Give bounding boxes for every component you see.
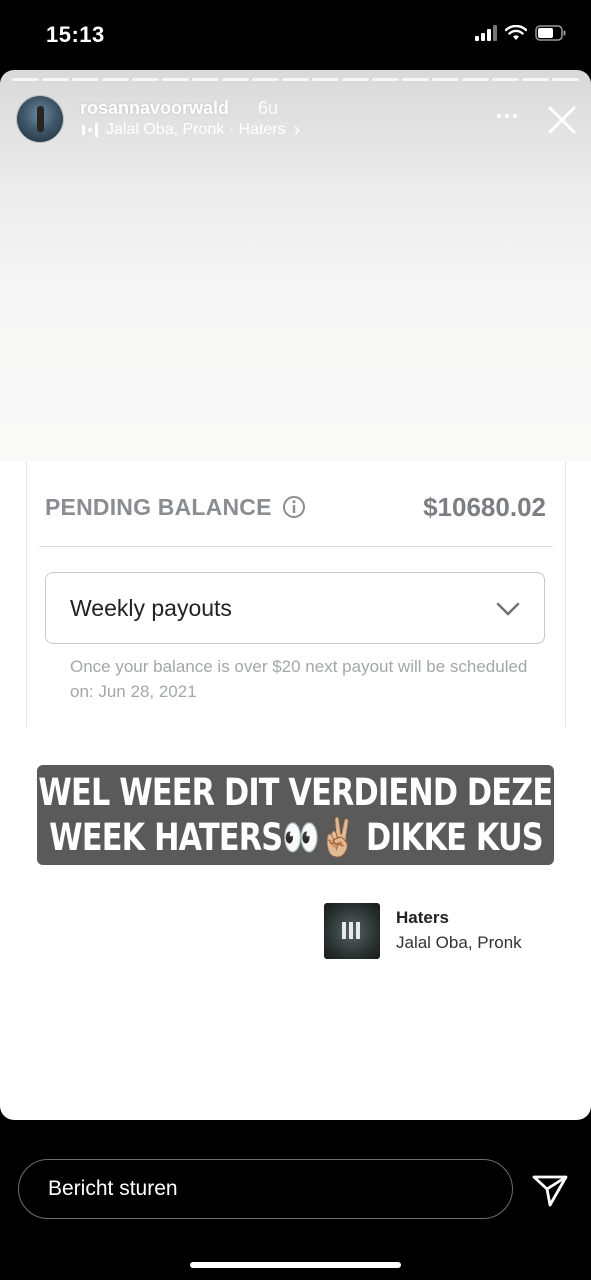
progress-segment	[102, 78, 129, 81]
chevron-right-icon: ›	[293, 119, 301, 141]
payout-frequency-value: Weekly payouts	[70, 595, 232, 621]
progress-segment	[312, 78, 339, 81]
pending-balance-label: PENDING BALANCE	[45, 494, 272, 520]
story-progress-bar	[12, 78, 579, 81]
progress-segment	[42, 78, 69, 81]
music-sticker[interactable]: Haters Jalal Oba, Pronk	[316, 895, 546, 965]
progress-segment	[192, 78, 219, 81]
more-options-button[interactable]	[492, 106, 522, 126]
music-bars-icon	[82, 123, 98, 137]
progress-segment	[402, 78, 429, 81]
battery-icon	[535, 25, 566, 41]
avatar[interactable]	[17, 96, 63, 142]
album-art	[324, 903, 380, 959]
username[interactable]: rosannavoorwald	[80, 98, 229, 119]
music-attribution[interactable]: Jalal Oba, Pronk · Haters ›	[82, 119, 301, 141]
progress-segment	[162, 78, 189, 81]
message-input[interactable]: Bericht sturen	[18, 1159, 513, 1219]
music-bars-icon	[342, 922, 360, 939]
pending-balance-amount: $10680.02	[423, 492, 546, 522]
progress-segment	[252, 78, 279, 81]
info-icon	[283, 496, 305, 518]
song-artist: Jalal Oba, Pronk	[396, 933, 522, 952]
close-icon[interactable]	[546, 104, 578, 136]
progress-segment	[132, 78, 159, 81]
progress-segment	[432, 78, 459, 81]
chevron-down-icon	[496, 602, 520, 616]
progress-segment	[12, 78, 39, 81]
progress-segment	[282, 78, 309, 81]
payout-note: Once your balance is over $20 next payou…	[70, 657, 528, 701]
progress-segment	[492, 78, 519, 81]
caption-sticker: WEL WEER DIT VERDIEND DEZE WEEK HATERS👀✌…	[37, 765, 554, 865]
progress-segment	[372, 78, 399, 81]
time-ago: 6u	[258, 98, 279, 118]
more-icon	[497, 114, 501, 118]
progress-segment	[342, 78, 369, 81]
status-time: 15:13	[46, 22, 105, 47]
signal-icon	[475, 25, 497, 41]
divider	[39, 546, 553, 547]
balance-panel: PENDING BALANCE $10680.02 Weekly payouts…	[26, 462, 566, 727]
progress-segment	[552, 78, 579, 81]
message-placeholder: Bericht sturen	[48, 1177, 178, 1200]
wifi-icon	[505, 25, 527, 40]
song-title: Haters	[396, 908, 449, 927]
progress-segment	[522, 78, 549, 81]
progress-segment	[462, 78, 489, 81]
send-icon[interactable]	[530, 1169, 570, 1209]
home-indicator	[190, 1262, 401, 1268]
status-icons	[475, 25, 567, 41]
story-card[interactable]: rosannavoorwald 6u Jalal Oba, Pronk · Ha…	[0, 70, 591, 1120]
progress-segment	[222, 78, 249, 81]
payout-frequency-select: Weekly payouts	[45, 572, 545, 644]
status-bar: 15:13	[0, 0, 591, 70]
progress-segment	[72, 78, 99, 81]
caption-line-2: WEEK HATERS👀✌🏼 DIKKE KUS	[48, 816, 543, 859]
caption-line-1: WEL WEER DIT VERDIEND DEZE	[38, 771, 554, 814]
music-text: Jalal Oba, Pronk · Haters	[106, 121, 286, 138]
